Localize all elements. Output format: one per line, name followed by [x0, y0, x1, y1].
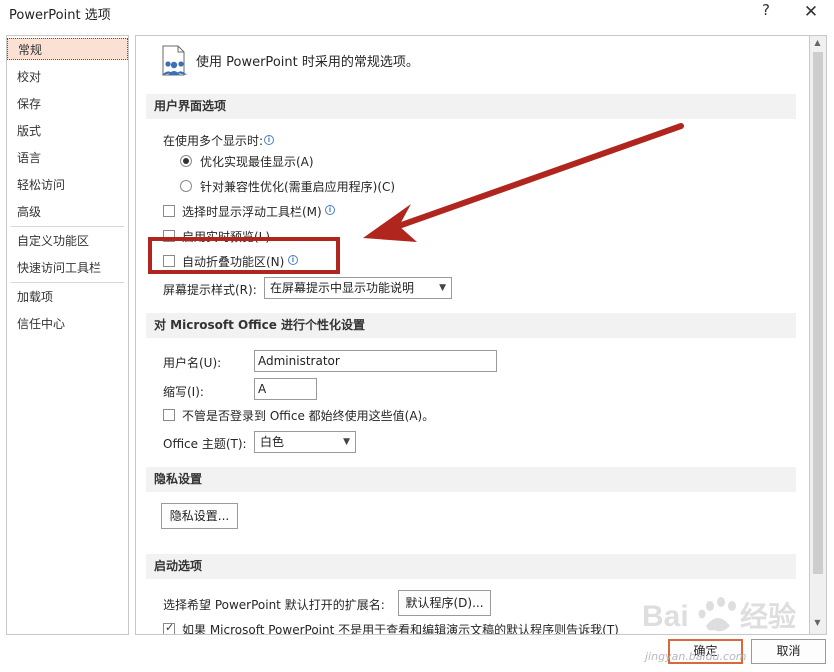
sidebar-item-general[interactable]: 常规 — [7, 38, 128, 60]
always-use-values-label: 不管是否登录到 Office 都始终使用这些值(A)。 — [182, 409, 435, 423]
radio-optimize-compat[interactable] — [180, 180, 192, 192]
privacy-settings-button[interactable]: 隐私设置... — [161, 503, 238, 529]
notify-default-program-label: 如果 Microsoft PowerPoint 不是用于查看和编辑演示文稿的默认… — [182, 623, 619, 635]
sidebar-item-customize-ribbon[interactable]: 自定义功能区 — [7, 230, 128, 252]
default-programs-button[interactable]: 默认程序(D)... — [398, 590, 491, 616]
screentip-style-value: 在屏幕提示中显示功能说明 — [270, 281, 415, 295]
sidebar-item-add-ins[interactable]: 加载项 — [7, 286, 128, 308]
content-scrollbar[interactable]: ▲ ▼ — [810, 35, 827, 635]
sidebar-item-language[interactable]: 语言 — [7, 147, 128, 169]
sidebar-item-layout[interactable]: 版式 — [7, 120, 128, 142]
multi-display-label: 在使用多个显示时: — [163, 134, 264, 148]
sidebar-item-advanced[interactable]: 高级 — [7, 201, 128, 223]
office-theme-label: Office 主题(T): — [163, 437, 247, 451]
mini-toolbar-checkbox[interactable] — [163, 205, 175, 217]
help-button[interactable]: ? — [757, 1, 775, 23]
section-privacy: 隐私设置 — [146, 467, 796, 492]
sidebar-divider — [11, 226, 124, 227]
sidebar-nav: 常规 校对 保存 版式 语言 轻松访问 高级 自定义功能区 快速访问工具栏 加载… — [6, 35, 129, 635]
header-text: 使用 PowerPoint 时采用的常规选项。 — [196, 55, 419, 70]
sidebar-item-quick-access-toolbar[interactable]: 快速访问工具栏 — [7, 257, 128, 279]
radio-optimize-best-label: 优化实现最佳显示(A) — [200, 155, 314, 169]
default-extension-label: 选择希望 PowerPoint 默认打开的扩展名: — [163, 598, 385, 612]
general-options-icon — [162, 45, 187, 76]
scroll-up-arrow-icon[interactable]: ▲ — [810, 38, 825, 50]
sidebar-item-accessibility[interactable]: 轻松访问 — [7, 174, 128, 196]
sidebar-item-save[interactable]: 保存 — [7, 93, 128, 115]
mini-toolbar-label: 选择时显示浮动工具栏(M) — [182, 205, 322, 219]
initials-label: 缩写(I): — [163, 385, 204, 399]
chevron-down-icon: ▼ — [439, 283, 446, 293]
office-theme-value: 白色 — [260, 435, 285, 449]
radio-optimize-best[interactable] — [180, 155, 192, 167]
section-startup: 启动选项 — [146, 554, 796, 579]
section-ui-options: 用户界面选项 — [146, 94, 796, 119]
annotation-arrow-icon — [363, 123, 684, 242]
initials-input[interactable]: A — [254, 378, 317, 400]
section-personalize: 对 Microsoft Office 进行个性化设置 — [146, 313, 796, 338]
window-title: PowerPoint 选项 — [9, 8, 111, 23]
office-theme-select[interactable]: 白色 ▼ — [254, 431, 356, 453]
title-bar: PowerPoint 选项 ? ✕ — [0, 0, 834, 28]
info-icon: i — [325, 205, 335, 215]
notify-default-program-checkbox[interactable] — [163, 621, 175, 634]
sidebar-item-proofing[interactable]: 校对 — [7, 66, 128, 88]
scroll-thumb[interactable] — [813, 52, 823, 574]
baidu-watermark-logo: Bai 经验 — [642, 597, 796, 633]
sidebar-item-trust-center[interactable]: 信任中心 — [7, 313, 128, 335]
svg-text:Bai: Bai — [642, 600, 689, 633]
watermark-url: jingyan.baidu.com — [645, 650, 747, 663]
screentip-style-label: 屏幕提示样式(R): — [163, 283, 257, 297]
annotation-highlight-box — [148, 237, 340, 274]
always-use-values-checkbox[interactable] — [163, 409, 175, 421]
info-icon: i — [264, 135, 274, 145]
chevron-down-icon: ▼ — [343, 437, 350, 447]
username-label: 用户名(U): — [163, 356, 222, 370]
username-input[interactable]: Administrator — [254, 350, 497, 372]
screentip-style-select[interactable]: 在屏幕提示中显示功能说明 ▼ — [264, 277, 452, 299]
svg-text:经验: 经验 — [740, 600, 796, 632]
sidebar-divider — [11, 282, 124, 283]
close-button[interactable]: ✕ — [800, 2, 822, 24]
